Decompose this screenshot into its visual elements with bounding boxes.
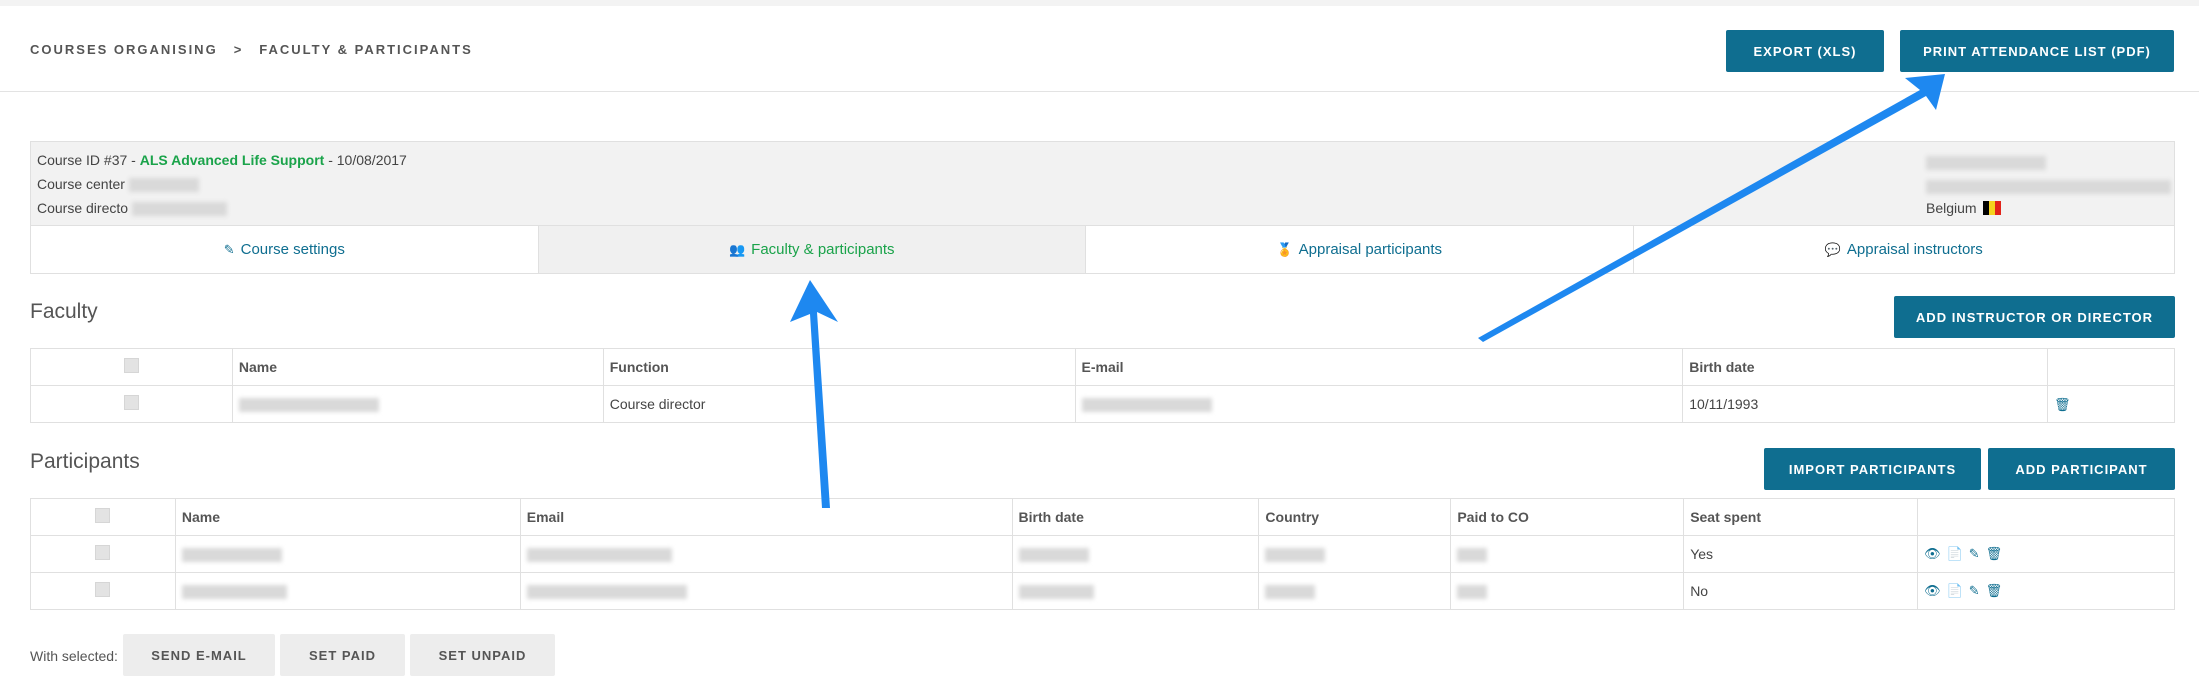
faculty-table: Name Function E-mail Birth date Course d… (30, 348, 2175, 423)
column-header: Function (602, 348, 1076, 386)
redacted-text (1265, 585, 1316, 600)
tab-label: Appraisal participants (1298, 241, 1443, 258)
course-center-line: Course center (37, 176, 199, 193)
redacted-text (1457, 585, 1488, 600)
tab-label: Appraisal instructors (1846, 241, 1983, 258)
add-instructor-button[interactable]: ADD INSTRUCTOR OR DIRECTOR (1894, 296, 2175, 338)
redacted-text (181, 585, 287, 600)
set-paid-button[interactable]: SET PAID (280, 634, 405, 676)
redacted-text (1926, 156, 2046, 171)
column-header: Country (1258, 498, 1452, 536)
document-icon[interactable]: 📄 (1947, 583, 1963, 599)
eye-icon[interactable]: 👁 (1924, 546, 1941, 562)
column-header: E-mail (1074, 348, 1684, 386)
column-header: Birth date (1011, 498, 1260, 536)
country-name: Belgium (1926, 200, 1977, 216)
column-header: Name (231, 348, 604, 386)
function-cell: Course director (602, 385, 1076, 423)
tab-label: Faculty & participants (751, 241, 895, 258)
course-tabs: ✎ Course settings 👥 Faculty & participan… (30, 226, 2175, 274)
redacted-text (1265, 548, 1326, 563)
select-all-checkbox[interactable] (95, 508, 111, 523)
import-participants-button[interactable]: IMPORT PARTICIPANTS (1764, 448, 1981, 490)
seat-spent-cell: Yes (1683, 535, 1919, 573)
select-all-checkbox[interactable] (123, 358, 139, 373)
column-header: Seat spent (1683, 498, 1919, 536)
row-actions: 👁 📄 ✎ 🗑 (1924, 546, 2168, 562)
add-participant-button[interactable]: ADD PARTICIPANT (1988, 448, 2175, 490)
eye-icon[interactable]: 👁 (1924, 583, 1941, 599)
export-xls-button[interactable]: EXPORT (XLS) (1726, 30, 1884, 72)
row-checkbox[interactable] (95, 545, 111, 560)
participants-title: Participants (30, 450, 140, 473)
redacted-text (1926, 180, 2171, 195)
tab-course-settings[interactable]: ✎ Course settings (31, 226, 539, 273)
trash-icon[interactable]: 🗑 (2054, 397, 2071, 412)
seat-spent-cell: No (1683, 572, 1919, 610)
trash-icon[interactable]: 🗑 (1986, 583, 2003, 599)
redacted-text (1018, 548, 1089, 563)
course-id-prefix: Course ID #37 - (37, 152, 140, 168)
table-header-row: Name Function E-mail Birth date (30, 348, 2175, 386)
redacted-text (131, 202, 227, 217)
course-date: - 10/08/2017 (324, 152, 407, 168)
tab-appraisal-instructors[interactable]: 💬 Appraisal instructors (1633, 226, 2174, 273)
send-email-button[interactable]: SEND E-MAIL (123, 634, 275, 676)
redacted-text (526, 585, 687, 600)
redacted-text (1081, 398, 1212, 413)
redacted-text (238, 398, 379, 413)
birth-date-cell: 10/11/1993 (1682, 385, 2049, 423)
row-actions: 👁 📄 ✎ 🗑 (1924, 583, 2168, 599)
chat-icon: 💬 (1824, 241, 1841, 257)
trash-icon[interactable]: 🗑 (1986, 546, 2003, 562)
print-attendance-button[interactable]: PRINT ATTENDANCE LIST (PDF) (1900, 30, 2174, 72)
table-header-row: Name Email Birth date Country Paid to CO… (30, 498, 2175, 536)
course-id-line: Course ID #37 - ALS Advanced Life Suppor… (37, 152, 407, 168)
breadcrumb-current: FACULTY & PARTICIPANTS (259, 42, 473, 57)
column-header: Name (174, 498, 521, 536)
course-info-box: Course ID #37 - ALS Advanced Life Suppor… (30, 141, 2175, 226)
row-checkbox[interactable] (95, 582, 111, 597)
medal-icon: 🏅 (1276, 241, 1293, 257)
course-director-line: Course directo (37, 200, 227, 217)
table-row: Course director 10/11/1993 🗑 (30, 385, 2175, 423)
breadcrumb-separator: > (233, 42, 244, 57)
row-checkbox[interactable] (123, 395, 139, 410)
course-director-label: Course directo (37, 200, 129, 216)
with-selected-label: With selected: (30, 648, 118, 664)
tab-appraisal-participants[interactable]: 🏅 Appraisal participants (1086, 226, 1634, 273)
course-center-label: Course center (37, 176, 125, 192)
document-icon[interactable]: 📄 (1947, 546, 1963, 562)
organizer-address (1926, 178, 2171, 195)
column-header: Email (519, 498, 1013, 536)
breadcrumb: COURSES ORGANISING > FACULTY & PARTICIPA… (30, 42, 473, 57)
table-row: Yes 👁 📄 ✎ 🗑 (30, 535, 2175, 573)
set-unpaid-button[interactable]: SET UNPAID (410, 634, 555, 676)
tab-label: Course settings (240, 241, 345, 258)
faculty-title: Faculty (30, 300, 98, 323)
participants-table: Name Email Birth date Country Paid to CO… (30, 498, 2175, 610)
column-header: Paid to CO (1450, 498, 1685, 536)
pencil-icon[interactable]: ✎ (1969, 583, 1980, 599)
table-row: No 👁 📄 ✎ 🗑 (30, 572, 2175, 610)
column-header: Birth date (1682, 348, 2049, 386)
tab-faculty-participants[interactable]: 👥 Faculty & participants (538, 226, 1087, 273)
redacted-text (1018, 585, 1094, 600)
pencil-icon: ✎ (223, 241, 235, 257)
redacted-text (128, 178, 199, 193)
pencil-icon[interactable]: ✎ (1969, 546, 1980, 562)
organizer-name (1926, 154, 2046, 171)
course-name: ALS Advanced Life Support (139, 152, 325, 168)
redacted-text (1457, 548, 1488, 563)
redacted-text (526, 548, 672, 563)
users-icon: 👥 (728, 241, 746, 257)
page-header: COURSES ORGANISING > FACULTY & PARTICIPA… (0, 6, 2199, 92)
organizer-country: Belgium (1926, 200, 2001, 216)
redacted-text (181, 548, 282, 563)
breadcrumb-courses-organising[interactable]: COURSES ORGANISING (30, 42, 218, 57)
belgium-flag-icon (1982, 201, 2001, 215)
